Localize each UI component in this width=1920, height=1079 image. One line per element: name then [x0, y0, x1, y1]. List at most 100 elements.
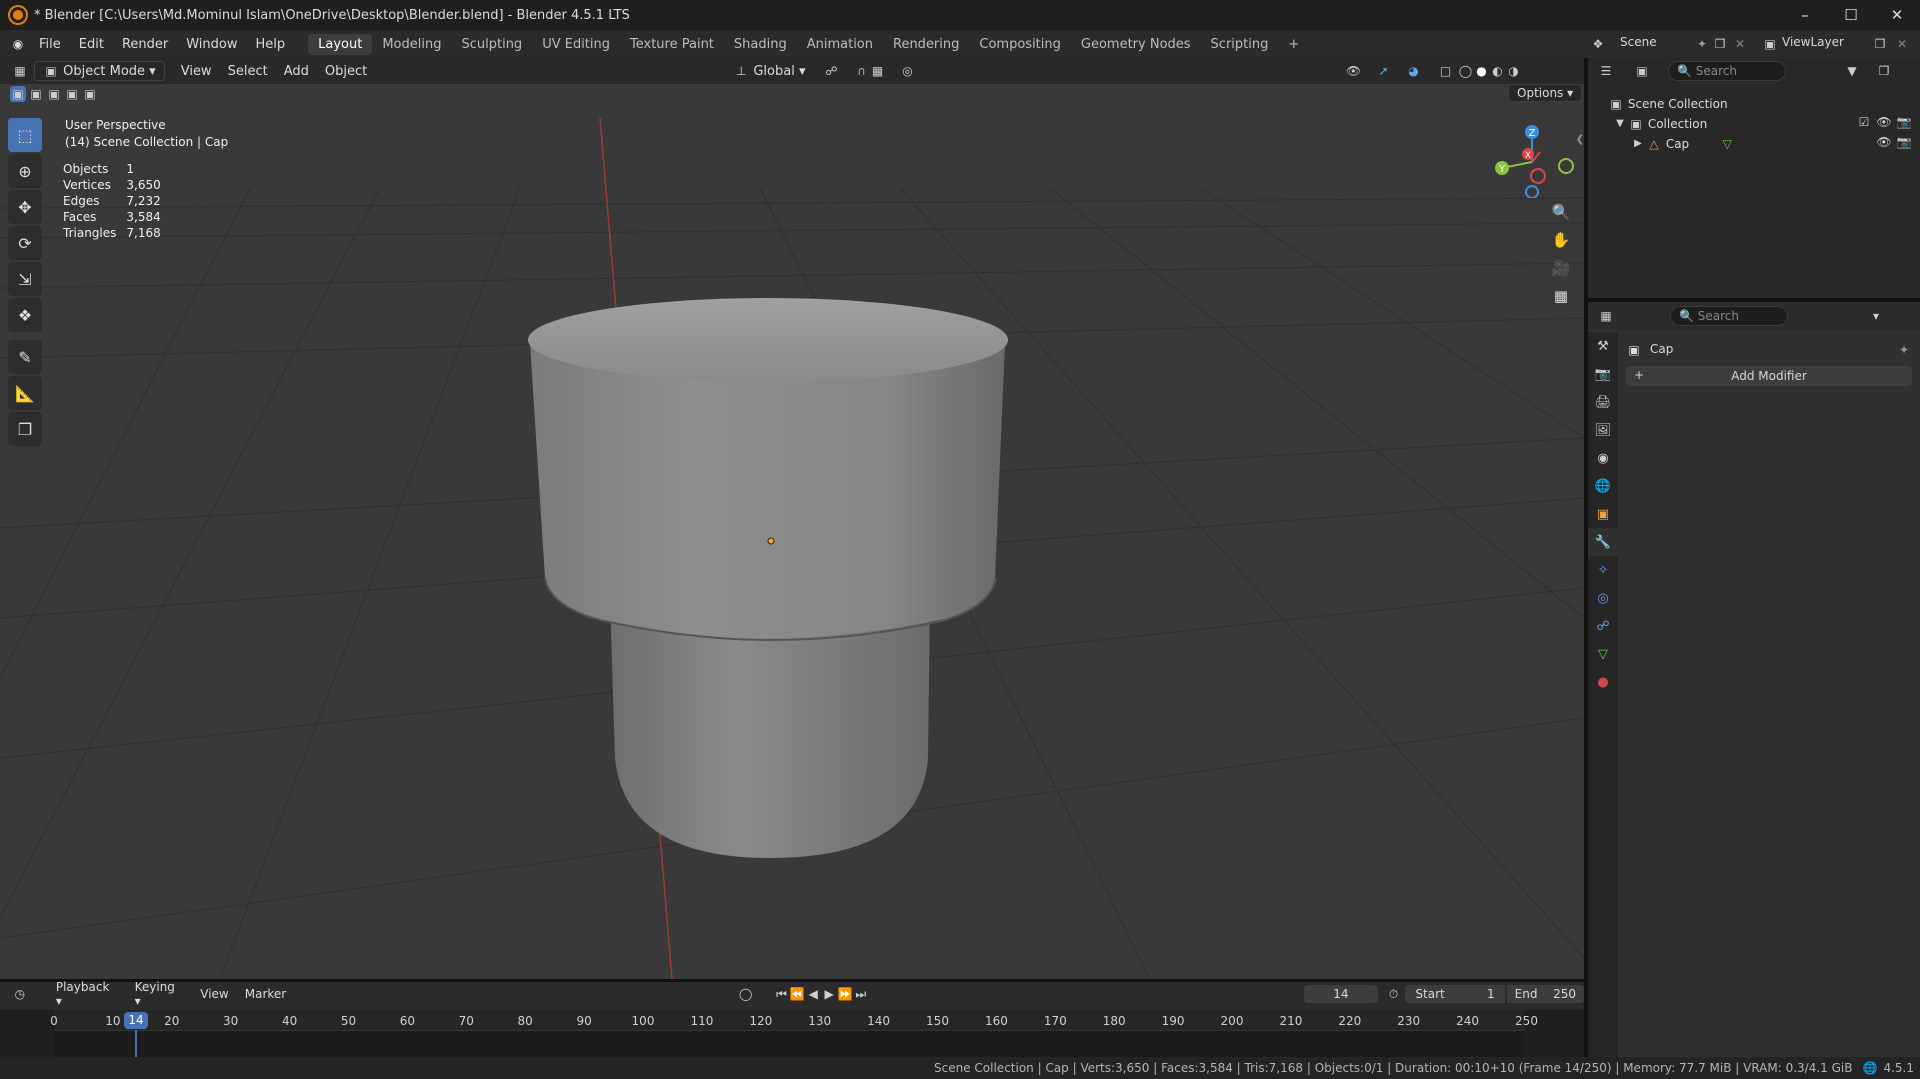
annotate-tool-icon[interactable]: ✎: [8, 340, 42, 374]
options-dropdown[interactable]: Options ▾: [1508, 84, 1583, 102]
material-shading-icon[interactable]: ◐: [1490, 63, 1506, 79]
cap-render-icon[interactable]: 📷: [1896, 134, 1912, 150]
new-view-layer-icon[interactable]: ❐: [1872, 36, 1888, 52]
perspective-toggle-icon[interactable]: ▦: [1546, 282, 1576, 310]
auto-keying-icon[interactable]: ◯: [738, 986, 754, 1002]
menu-window[interactable]: Window: [177, 37, 246, 52]
transform-orientation-dropdown[interactable]: ⊥ Global ▾: [725, 61, 813, 81]
object-tab-icon[interactable]: ▣: [1588, 500, 1618, 528]
constraints-tab-icon[interactable]: ☍: [1588, 612, 1618, 640]
particles-tab-icon[interactable]: ✧: [1588, 556, 1618, 584]
rotate-tool-icon[interactable]: ⟳: [8, 226, 42, 260]
gizmo-neg-x-dot[interactable]: [1530, 168, 1546, 184]
minimize-button[interactable]: –: [1782, 0, 1828, 30]
modifier-tab-icon[interactable]: 🔧: [1588, 528, 1618, 556]
navigation-gizmo[interactable]: Z Y X: [1488, 118, 1574, 198]
move-tool-icon[interactable]: ✥: [8, 190, 42, 224]
snap-target-icon[interactable]: ▦: [870, 63, 886, 79]
select-box-tool-icon[interactable]: ⬚: [8, 118, 42, 152]
menu-select[interactable]: Select: [220, 62, 276, 81]
jump-end-icon[interactable]: ⏭: [853, 986, 869, 1002]
mesh-data-icon[interactable]: ▽: [1719, 136, 1735, 152]
menu-edit[interactable]: Edit: [70, 37, 113, 52]
menu-timeline-view[interactable]: View: [192, 985, 236, 1003]
jump-keyframe-back-icon[interactable]: ⏪: [789, 986, 805, 1002]
play-icon[interactable]: ▶: [821, 986, 837, 1002]
collection-eye-icon[interactable]: 👁: [1876, 114, 1892, 130]
world-tab-icon[interactable]: 🌐: [1588, 472, 1618, 500]
outliner-row-scene-collection[interactable]: ▣ Scene Collection: [1608, 94, 1735, 114]
view-layer-tab-icon[interactable]: 🖼: [1588, 416, 1618, 444]
menu-file[interactable]: File: [30, 37, 70, 52]
mode-dropdown[interactable]: ▣ Object Mode ▾: [34, 61, 165, 81]
expand-arrow-icon[interactable]: ▶: [1630, 136, 1646, 152]
zoom-icon[interactable]: 🔍: [1546, 198, 1576, 226]
exclude-checkbox-icon[interactable]: ☑: [1856, 114, 1872, 130]
remove-scene-icon[interactable]: ✕: [1732, 36, 1748, 52]
tab-geometry-nodes[interactable]: Geometry Nodes: [1071, 34, 1201, 55]
timeline-editor-icon[interactable]: ◷: [12, 986, 28, 1002]
cap-eye-icon[interactable]: 👁: [1876, 134, 1892, 150]
outliner-row-collection[interactable]: ▼ ▣ Collection: [1608, 114, 1735, 134]
menu-add[interactable]: Add: [276, 62, 317, 81]
properties-pin-icon[interactable]: ✦: [1896, 342, 1912, 358]
select-intersect-icon[interactable]: ▣: [82, 86, 98, 102]
menu-view[interactable]: View: [173, 62, 220, 81]
tab-animation[interactable]: Animation: [797, 34, 883, 55]
wireframe-shading-icon[interactable]: ◯: [1458, 63, 1474, 79]
timeline-ruler[interactable]: 0 10 20 30 40 50 60 70 80 90 100 110 120 130 140 150 160…: [0, 1010, 1584, 1057]
tab-scripting[interactable]: Scripting: [1201, 34, 1279, 55]
select-subtract-icon[interactable]: ▣: [46, 86, 62, 102]
new-scene-icon[interactable]: ❐: [1712, 36, 1728, 52]
keyframe-area[interactable]: [54, 1030, 1524, 1057]
remove-view-layer-icon[interactable]: ✕: [1894, 36, 1910, 52]
pan-hand-icon[interactable]: ✋: [1546, 226, 1576, 254]
new-collection-icon[interactable]: ❐: [1876, 63, 1892, 79]
measure-tool-icon[interactable]: 📐: [8, 376, 42, 410]
view-layer-name[interactable]: ViewLayer: [1782, 35, 1844, 49]
jump-start-icon[interactable]: ⏮: [774, 986, 790, 1002]
start-frame-field[interactable]: Start 1: [1405, 985, 1505, 1003]
playhead-frame[interactable]: 14: [124, 1012, 148, 1029]
tab-layout[interactable]: Layout: [308, 33, 373, 55]
gizmo-icon[interactable]: ➚: [1376, 63, 1392, 79]
solid-shading-icon[interactable]: ●: [1474, 63, 1490, 79]
render-tab-icon[interactable]: 📷: [1588, 360, 1618, 388]
menu-marker[interactable]: Marker: [237, 985, 294, 1003]
scale-tool-icon[interactable]: ⇲: [8, 262, 42, 296]
gizmo-neg-z-dot[interactable]: [1525, 185, 1539, 198]
scene-icon[interactable]: ❖: [1590, 36, 1606, 52]
view-layer-icon[interactable]: ▣: [1762, 36, 1778, 52]
outliner-search-input[interactable]: 🔍 Search: [1668, 61, 1786, 81]
menu-render[interactable]: Render: [113, 37, 177, 52]
jump-keyframe-forward-icon[interactable]: ⏩: [837, 986, 853, 1002]
visibility-icon[interactable]: 👁: [1346, 63, 1362, 79]
xray-icon[interactable]: □: [1438, 63, 1454, 79]
blender-menu-icon[interactable]: ◉: [10, 36, 26, 52]
current-frame-field[interactable]: 14: [1304, 985, 1378, 1003]
data-tab-icon[interactable]: ▽: [1588, 640, 1618, 668]
add-modifier-button[interactable]: + Add Modifier: [1626, 366, 1912, 386]
tab-rendering[interactable]: Rendering: [883, 34, 969, 55]
menu-object[interactable]: Object: [317, 62, 375, 81]
scene-tab-icon[interactable]: ◉: [1588, 444, 1618, 472]
overlay-icon[interactable]: ◕: [1406, 63, 1422, 79]
stopwatch-icon[interactable]: ⏱: [1386, 986, 1402, 1002]
select-invert-icon[interactable]: ▣: [64, 86, 80, 102]
camera-view-icon[interactable]: 🎥: [1546, 254, 1576, 282]
material-tab-icon[interactable]: ●: [1588, 668, 1618, 696]
collection-render-icon[interactable]: 📷: [1896, 114, 1912, 130]
proportional-edit-icon[interactable]: ◎: [900, 63, 916, 79]
pin-icon[interactable]: ✦: [1694, 36, 1710, 52]
outliner-editor-icon[interactable]: ☰: [1598, 63, 1614, 79]
select-new-icon[interactable]: ▣: [10, 86, 26, 102]
tool-tab-icon[interactable]: ⚒: [1588, 332, 1618, 360]
add-cube-tool-icon[interactable]: ❐: [8, 412, 42, 446]
maximize-button[interactable]: ☐: [1828, 0, 1874, 30]
end-frame-field[interactable]: End 250: [1506, 985, 1585, 1003]
tab-uv-editing[interactable]: UV Editing: [532, 34, 620, 55]
editor-type-icon[interactable]: ▦: [12, 63, 28, 79]
snap-icon[interactable]: ∩: [854, 63, 870, 79]
add-workspace-button[interactable]: +: [1278, 34, 1309, 55]
pivot-icon[interactable]: ☍: [824, 63, 840, 79]
